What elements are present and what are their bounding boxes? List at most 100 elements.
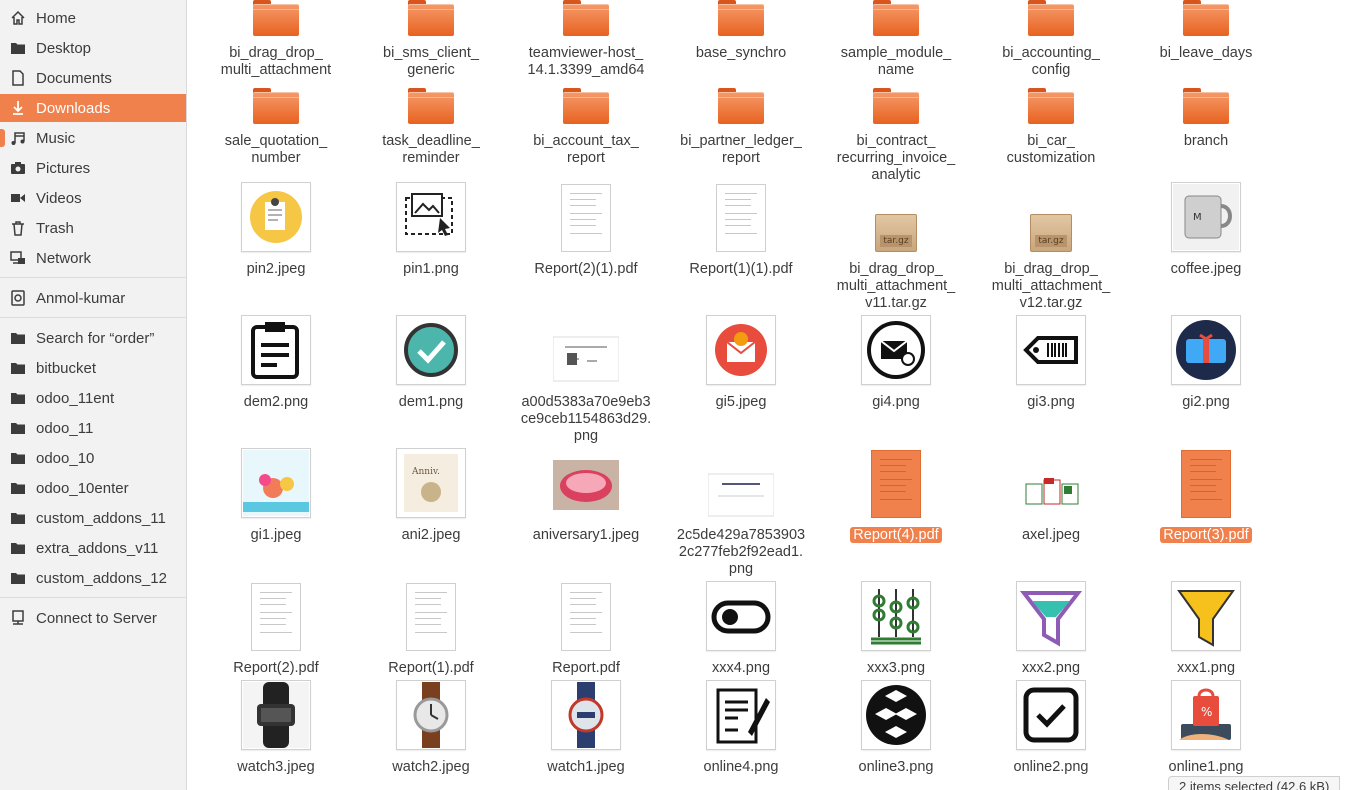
file-gi5-jpeg[interactable]: gi5.jpeg [666, 315, 816, 411]
sidebar-item-label: Videos [36, 189, 82, 207]
file-gi4-png[interactable]: gi4.png [821, 315, 971, 411]
sidebar-item-label: Trash [36, 219, 74, 237]
file-dem2-png[interactable]: dem2.png [201, 315, 351, 411]
file-branch[interactable]: branch [1131, 74, 1281, 150]
sidebar-item-home[interactable]: Home [0, 4, 186, 32]
file-online1-png[interactable]: % online1.png [1131, 680, 1281, 776]
file-aniversary1-jpeg[interactable]: aniversary1.jpeg [511, 448, 661, 544]
folder-icon [241, 0, 311, 36]
sidebar-item-downloads[interactable]: Downloads [0, 94, 186, 122]
file-teamviewer-host-14-1-3399-amd64[interactable]: teamviewer-host_ 14.1.3399_amd64 [511, 0, 661, 79]
file-name: bi_drag_drop_ multi_attachment_ v12.tar.… [991, 261, 1111, 311]
sidebar-item-search-for-order[interactable]: Search for “order” [0, 324, 186, 352]
folder-icon [10, 450, 26, 466]
file-online2-png[interactable]: online2.png [976, 680, 1126, 776]
sidebar-item-trash[interactable]: Trash [0, 214, 186, 242]
folder-icon [396, 74, 466, 124]
file-base-synchro[interactable]: base_synchro [666, 0, 816, 62]
sidebar-item-bitbucket[interactable]: bitbucket [0, 354, 186, 382]
sidebar-item-label: Connect to Server [36, 609, 157, 627]
file-sample-module-name[interactable]: sample_module_ name [821, 0, 971, 79]
sidebar-item-network[interactable]: Network [0, 244, 186, 272]
file-name: online4.png [703, 759, 779, 775]
file-bi-drag-drop-multi-attachment-v11-tar-gz[interactable]: tar.gz bi_drag_drop_ multi_attachment_ v1… [821, 182, 971, 312]
file-online3-png[interactable]: online3.png [821, 680, 971, 776]
sidebar-item-odoo-11[interactable]: odoo_11 [0, 414, 186, 442]
file-xxx2-png[interactable]: xxx2.png [976, 581, 1126, 677]
file-report-3-pdf[interactable]: Report(3).pdf [1131, 448, 1281, 544]
file-gi1-jpeg[interactable]: gi1.jpeg [201, 448, 351, 544]
selection-status: 2 items selected (42.6 kB) [1168, 776, 1341, 790]
svg-text:Anniv.: Anniv. [411, 467, 440, 477]
file-bi-contract-recurring-invoice-analytic[interactable]: bi_contract_ recurring_invoice_ analytic [821, 74, 971, 184]
pdf-icon [706, 182, 776, 252]
sidebar-item-videos[interactable]: Videos [0, 184, 186, 212]
image-thumbnail [1016, 581, 1086, 651]
file-bi-drag-drop-multi-attachment-v12-tar-gz[interactable]: tar.gz bi_drag_drop_ multi_attachment_ v1… [976, 182, 1126, 312]
file-name: Report.pdf [552, 660, 620, 676]
file-2c5de429a78539032c277feb2f92ead1-png[interactable]: 2c5de429a7853903 2c277feb2f92ead1. png [666, 448, 816, 578]
sidebar-item-custom-addons-12[interactable]: custom_addons_12 [0, 564, 186, 592]
file-bi-car-customization[interactable]: bi_car_ customization [976, 74, 1126, 167]
file-pin1-png[interactable]: pin1.png [356, 182, 506, 278]
file-axel-jpeg[interactable]: axel.jpeg [976, 448, 1126, 544]
file-name: watch1.jpeg [547, 759, 625, 775]
file-bi-account-tax-report[interactable]: bi_account_tax_ report [511, 74, 661, 167]
sidebar-item-label: Network [36, 249, 92, 267]
image-thumbnail [396, 182, 466, 252]
file-watch2-jpeg[interactable]: watch2.jpeg [356, 680, 506, 776]
file-gi2-png[interactable]: gi2.png [1131, 315, 1281, 411]
file-report-1-pdf[interactable]: Report(1).pdf [356, 581, 506, 677]
file-report-2-pdf[interactable]: Report(2).pdf [201, 581, 351, 677]
file-xxx4-png[interactable]: xxx4.png [666, 581, 816, 677]
file-report-pdf[interactable]: Report.pdf [511, 581, 661, 677]
file-coffee-jpeg[interactable]: Mcoffee.jpeg [1131, 182, 1281, 278]
sidebar-item-anmol-kumar[interactable]: Anmol-kumar [0, 284, 186, 312]
sidebar-item-odoo-11ent[interactable]: odoo_11ent [0, 384, 186, 412]
file-name: xxx4.png [711, 660, 771, 676]
file-dem1-png[interactable]: dem1.png [356, 315, 506, 411]
file-gi3-png[interactable]: gi3.png [976, 315, 1126, 411]
file-xxx1-png[interactable]: xxx1.png [1131, 581, 1281, 677]
file-bi-drag-drop-multi-attachment[interactable]: bi_drag_drop_ multi_attachment [201, 0, 351, 79]
folder-icon [861, 0, 931, 36]
file-a00d5383a70e9eb3ce9ceb1154863d29-png[interactable]: a00d5383a70e9eb3 ce9ceb1154863d29. png [511, 315, 661, 445]
file-sale-quotation-number[interactable]: sale_quotation_ number [201, 74, 351, 167]
file-task-deadline-reminder[interactable]: task_deadline_ reminder [356, 74, 506, 167]
file-name: coffee.jpeg [1170, 261, 1242, 277]
pdf-icon [1171, 448, 1241, 518]
sidebar-item-documents[interactable]: Documents [0, 64, 186, 92]
file-bi-leave-days[interactable]: bi_leave_days [1131, 0, 1281, 62]
file-name: gi5.jpeg [715, 394, 767, 410]
sidebar-item-pictures[interactable]: Pictures [0, 154, 186, 182]
file-ani2-jpeg[interactable]: Anniv. ani2.jpeg [356, 448, 506, 544]
image-thumbnail [396, 315, 466, 385]
sidebar-item-custom-addons-11[interactable]: custom_addons_11 [0, 504, 186, 532]
file-pin2-jpeg[interactable]: pin2.jpeg [201, 182, 351, 278]
file-name: dem1.png [398, 394, 464, 410]
file-report-2-1-pdf[interactable]: Report(2)(1).pdf [511, 182, 661, 278]
folder-icon [10, 510, 26, 526]
sidebar-item-desktop[interactable]: Desktop [0, 34, 186, 62]
file-name: xxx2.png [1021, 660, 1081, 676]
image-thumbnail: M [1171, 182, 1241, 252]
file-bi-partner-ledger-report[interactable]: bi_partner_ledger_ report [666, 74, 816, 167]
file-watch1-jpeg[interactable]: watch1.jpeg [511, 680, 661, 776]
sidebar-item-odoo-10enter[interactable]: odoo_10enter [0, 474, 186, 502]
file-bi-sms-client-generic[interactable]: bi_sms_client_ generic [356, 0, 506, 79]
file-watch3-jpeg[interactable]: watch3.jpeg [201, 680, 351, 776]
file-name: bi_drag_drop_ multi_attachment_ v11.tar.… [836, 261, 956, 311]
sidebar-item-label: odoo_10 [36, 449, 95, 467]
file-online4-png[interactable]: online4.png [666, 680, 816, 776]
file-xxx3-png[interactable]: xxx3.png [821, 581, 971, 677]
sidebar-item-odoo-10[interactable]: odoo_10 [0, 444, 186, 472]
file-report-4-pdf[interactable]: Report(4).pdf [821, 448, 971, 544]
file-report-1-1-pdf[interactable]: Report(1)(1).pdf [666, 182, 816, 278]
sidebar-item-connect-to-server[interactable]: Connect to Server [0, 604, 186, 632]
svg-text:%: % [1201, 705, 1212, 719]
file-name: xxx3.png [866, 660, 926, 676]
file-name: Report(3).pdf [1160, 527, 1252, 543]
file-bi-accounting-config[interactable]: bi_accounting_ config [976, 0, 1126, 79]
sidebar-item-extra-addons-v11[interactable]: extra_addons_v11 [0, 534, 186, 562]
sidebar-item-music[interactable]: Music [0, 124, 186, 152]
